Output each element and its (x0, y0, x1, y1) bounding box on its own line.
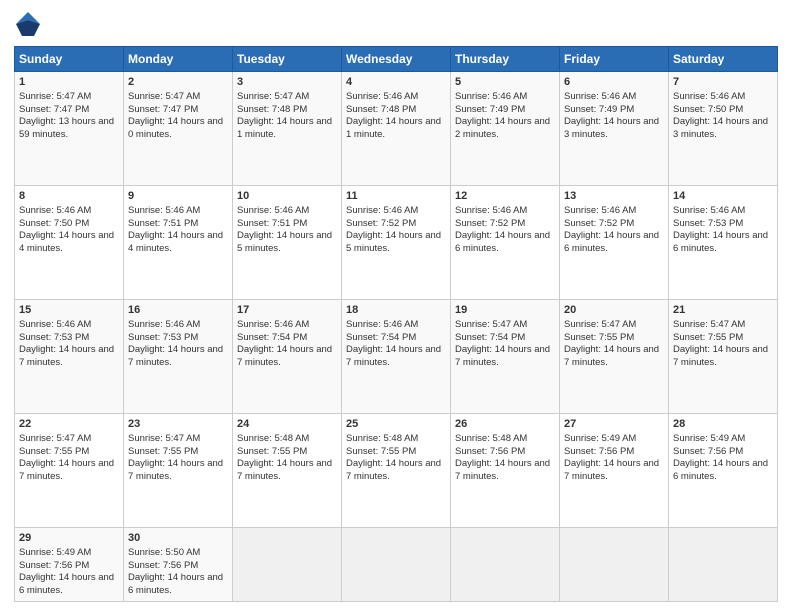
table-row: 23Sunrise: 5:47 AMSunset: 7:55 PMDayligh… (124, 413, 233, 527)
day-number: 27 (564, 417, 664, 432)
table-row: 8Sunrise: 5:46 AMSunset: 7:50 PMDaylight… (15, 185, 124, 299)
col-tuesday: Tuesday (233, 47, 342, 72)
page: Sunday Monday Tuesday Wednesday Thursday… (0, 0, 792, 612)
day-number: 12 (455, 189, 555, 204)
day-number: 7 (673, 75, 773, 90)
header (14, 10, 778, 38)
table-row: 29Sunrise: 5:49 AMSunset: 7:56 PMDayligh… (15, 527, 124, 601)
table-row: 16Sunrise: 5:46 AMSunset: 7:53 PMDayligh… (124, 299, 233, 413)
table-row: 4Sunrise: 5:46 AMSunset: 7:48 PMDaylight… (342, 72, 451, 186)
logo-icon (14, 10, 42, 38)
table-row (451, 527, 560, 601)
day-number: 10 (237, 189, 337, 204)
day-number: 26 (455, 417, 555, 432)
table-row: 19Sunrise: 5:47 AMSunset: 7:54 PMDayligh… (451, 299, 560, 413)
table-row: 9Sunrise: 5:46 AMSunset: 7:51 PMDaylight… (124, 185, 233, 299)
table-row: 17Sunrise: 5:46 AMSunset: 7:54 PMDayligh… (233, 299, 342, 413)
day-number: 30 (128, 531, 228, 546)
table-row: 25Sunrise: 5:48 AMSunset: 7:55 PMDayligh… (342, 413, 451, 527)
table-row: 13Sunrise: 5:46 AMSunset: 7:52 PMDayligh… (560, 185, 669, 299)
table-row (669, 527, 778, 601)
day-number: 18 (346, 303, 446, 318)
table-row: 22Sunrise: 5:47 AMSunset: 7:55 PMDayligh… (15, 413, 124, 527)
day-number: 28 (673, 417, 773, 432)
day-number: 21 (673, 303, 773, 318)
table-row: 14Sunrise: 5:46 AMSunset: 7:53 PMDayligh… (669, 185, 778, 299)
day-number: 5 (455, 75, 555, 90)
day-number: 22 (19, 417, 119, 432)
day-number: 11 (346, 189, 446, 204)
calendar-week-4: 22Sunrise: 5:47 AMSunset: 7:55 PMDayligh… (15, 413, 778, 527)
day-number: 25 (346, 417, 446, 432)
day-number: 20 (564, 303, 664, 318)
table-row (233, 527, 342, 601)
table-row: 7Sunrise: 5:46 AMSunset: 7:50 PMDaylight… (669, 72, 778, 186)
col-thursday: Thursday (451, 47, 560, 72)
table-row: 10Sunrise: 5:46 AMSunset: 7:51 PMDayligh… (233, 185, 342, 299)
day-number: 15 (19, 303, 119, 318)
table-row: 3Sunrise: 5:47 AMSunset: 7:48 PMDaylight… (233, 72, 342, 186)
table-row: 11Sunrise: 5:46 AMSunset: 7:52 PMDayligh… (342, 185, 451, 299)
table-row: 26Sunrise: 5:48 AMSunset: 7:56 PMDayligh… (451, 413, 560, 527)
table-row: 1Sunrise: 5:47 AMSunset: 7:47 PMDaylight… (15, 72, 124, 186)
table-row: 6Sunrise: 5:46 AMSunset: 7:49 PMDaylight… (560, 72, 669, 186)
table-row: 28Sunrise: 5:49 AMSunset: 7:56 PMDayligh… (669, 413, 778, 527)
table-row (342, 527, 451, 601)
table-row: 27Sunrise: 5:49 AMSunset: 7:56 PMDayligh… (560, 413, 669, 527)
day-number: 1 (19, 75, 119, 90)
table-row: 21Sunrise: 5:47 AMSunset: 7:55 PMDayligh… (669, 299, 778, 413)
day-number: 24 (237, 417, 337, 432)
col-monday: Monday (124, 47, 233, 72)
table-row: 24Sunrise: 5:48 AMSunset: 7:55 PMDayligh… (233, 413, 342, 527)
day-number: 9 (128, 189, 228, 204)
table-row: 2Sunrise: 5:47 AMSunset: 7:47 PMDaylight… (124, 72, 233, 186)
calendar-week-1: 1Sunrise: 5:47 AMSunset: 7:47 PMDaylight… (15, 72, 778, 186)
day-number: 13 (564, 189, 664, 204)
col-sunday: Sunday (15, 47, 124, 72)
day-number: 16 (128, 303, 228, 318)
calendar-week-5: 29Sunrise: 5:49 AMSunset: 7:56 PMDayligh… (15, 527, 778, 601)
col-friday: Friday (560, 47, 669, 72)
day-number: 19 (455, 303, 555, 318)
calendar-header-row: Sunday Monday Tuesday Wednesday Thursday… (15, 47, 778, 72)
table-row: 18Sunrise: 5:46 AMSunset: 7:54 PMDayligh… (342, 299, 451, 413)
logo (14, 10, 46, 38)
table-row: 12Sunrise: 5:46 AMSunset: 7:52 PMDayligh… (451, 185, 560, 299)
table-row: 20Sunrise: 5:47 AMSunset: 7:55 PMDayligh… (560, 299, 669, 413)
day-number: 3 (237, 75, 337, 90)
day-number: 8 (19, 189, 119, 204)
day-number: 17 (237, 303, 337, 318)
col-saturday: Saturday (669, 47, 778, 72)
day-number: 29 (19, 531, 119, 546)
day-number: 2 (128, 75, 228, 90)
calendar-week-2: 8Sunrise: 5:46 AMSunset: 7:50 PMDaylight… (15, 185, 778, 299)
day-number: 14 (673, 189, 773, 204)
day-number: 6 (564, 75, 664, 90)
table-row: 30Sunrise: 5:50 AMSunset: 7:56 PMDayligh… (124, 527, 233, 601)
table-row: 5Sunrise: 5:46 AMSunset: 7:49 PMDaylight… (451, 72, 560, 186)
calendar-week-3: 15Sunrise: 5:46 AMSunset: 7:53 PMDayligh… (15, 299, 778, 413)
calendar-table: Sunday Monday Tuesday Wednesday Thursday… (14, 46, 778, 602)
day-number: 23 (128, 417, 228, 432)
day-number: 4 (346, 75, 446, 90)
table-row (560, 527, 669, 601)
col-wednesday: Wednesday (342, 47, 451, 72)
table-row: 15Sunrise: 5:46 AMSunset: 7:53 PMDayligh… (15, 299, 124, 413)
